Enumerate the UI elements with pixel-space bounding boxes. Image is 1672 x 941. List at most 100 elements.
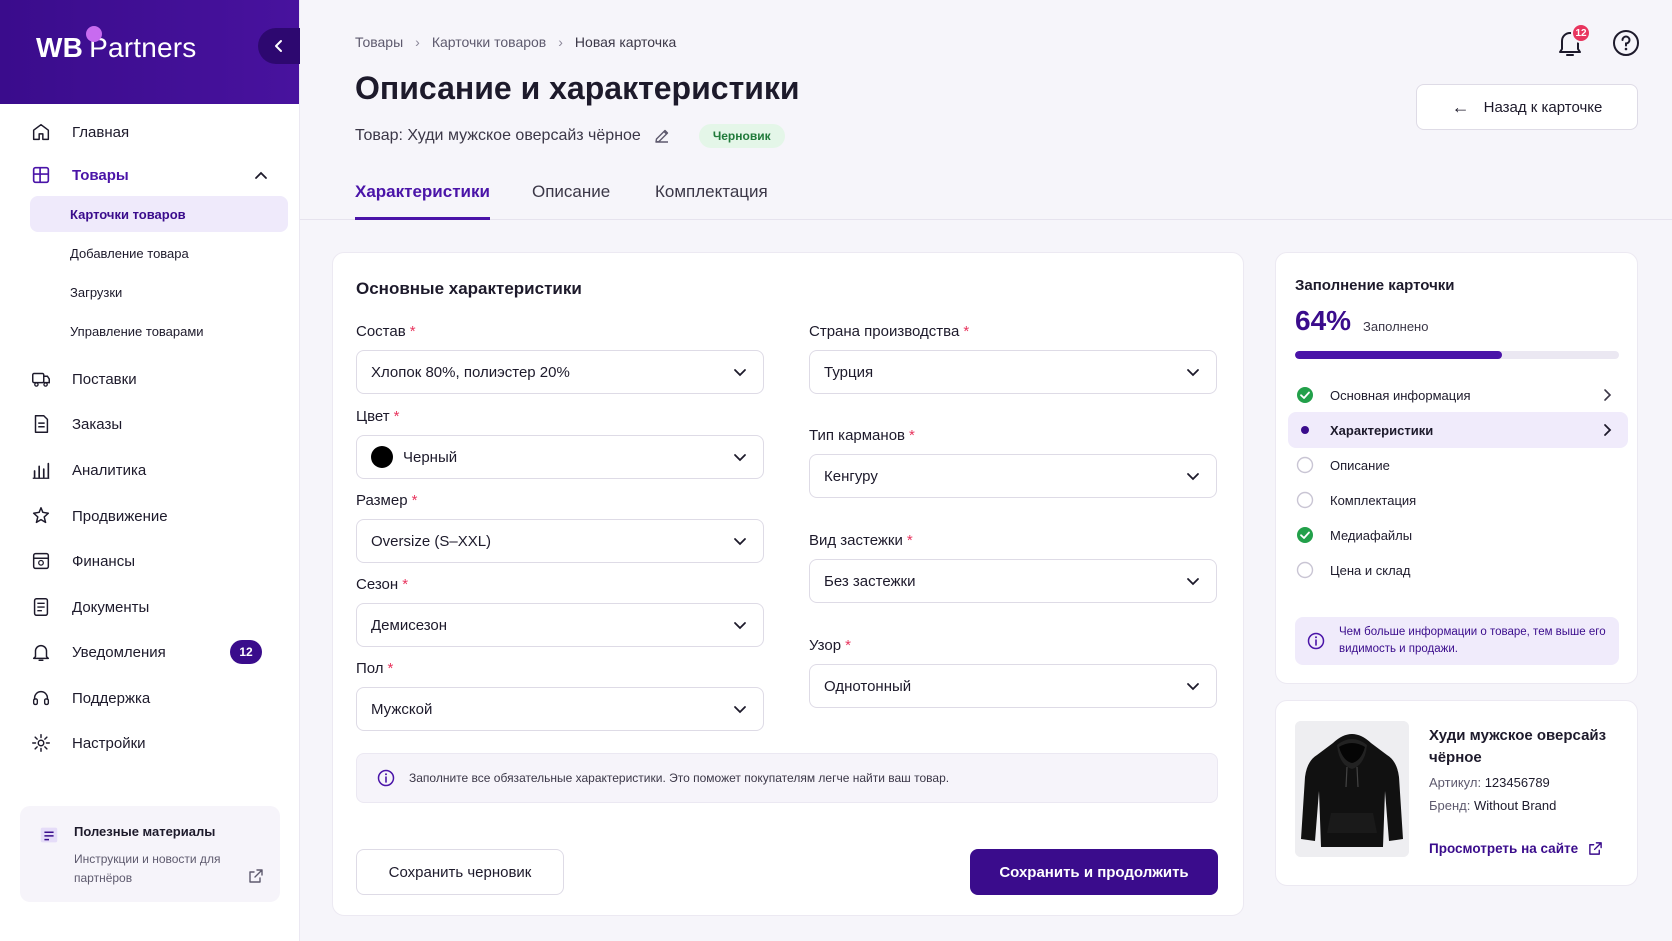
field-label-color: Цвет * xyxy=(356,408,400,425)
fastener-select[interactable]: Без застежки xyxy=(809,559,1217,603)
help-icon[interactable] xyxy=(1612,29,1640,57)
sidebar-item-products[interactable]: Товары xyxy=(30,157,290,193)
logo-partners: Partners xyxy=(89,32,197,63)
breadcrumb-item-cards[interactable]: Карточки товаров xyxy=(432,34,546,50)
page-title: Описание и характеристики xyxy=(355,70,800,106)
sidebar-item-documents[interactable]: Документы xyxy=(30,589,290,625)
brand-header: WB Partners xyxy=(0,0,300,104)
sidebar-item-label: Документы xyxy=(72,598,150,616)
completion-progress-bar xyxy=(1295,351,1619,359)
step-characteristics[interactable]: Характеристики xyxy=(1288,412,1628,448)
pockets-select[interactable]: Кенгуру xyxy=(809,454,1217,498)
sidebar-item-notifications[interactable]: Уведомления 12 xyxy=(30,634,290,670)
external-link-icon[interactable] xyxy=(248,868,264,884)
card-completion-panel: Заполнение карточки 64% Заполнено Основн… xyxy=(1275,252,1638,684)
chevron-left-icon xyxy=(275,40,282,52)
step-label: Характеристики xyxy=(1330,422,1434,438)
step-label: Медиафайлы xyxy=(1330,527,1413,543)
required-info-bar: Заполните все обязательные характеристик… xyxy=(356,753,1218,803)
external-link-icon xyxy=(1589,842,1602,855)
sidebar-subitem-cards[interactable]: Карточки товаров xyxy=(30,196,288,232)
sidebar-item-analytics[interactable]: Аналитика xyxy=(30,452,290,488)
product-article: Артикул: 123456789 xyxy=(1429,775,1550,790)
season-select[interactable]: Демисезон xyxy=(356,603,764,647)
step-label: Цена и склад xyxy=(1330,562,1411,578)
sidebar-item-support[interactable]: Поддержка xyxy=(30,680,290,716)
field-label-composition: Состав * xyxy=(356,323,416,340)
sidebar: WB Partners Главная Товары Карточки товар… xyxy=(0,0,300,941)
breadcrumb-item-products[interactable]: Товары xyxy=(355,34,403,50)
section-title: Основные характеристики xyxy=(356,279,582,298)
tabs: Характеристики Описание Комплектация xyxy=(300,166,1672,220)
sidebar-item-label: Уведомления xyxy=(72,643,166,661)
sidebar-item-home[interactable]: Главная xyxy=(30,114,290,150)
collapse-sidebar-button[interactable] xyxy=(258,28,300,64)
empty-circle-icon xyxy=(1296,491,1314,509)
tab-bundle[interactable]: Комплектация xyxy=(655,182,768,220)
product-thumbnail[interactable] xyxy=(1295,721,1409,857)
completion-tip: Чем больше информации о товаре, тем выше… xyxy=(1295,617,1619,665)
view-on-site-link[interactable]: Просмотреть на сайте xyxy=(1429,841,1603,856)
pattern-select[interactable]: Однотонный xyxy=(809,664,1217,708)
sidebar-item-finance[interactable]: Финансы xyxy=(30,543,290,579)
composition-select[interactable]: Хлопок 80%, полиэстер 20% xyxy=(356,350,764,394)
product-preview-card: Худи мужское оверсайз чёрное Артикул: 12… xyxy=(1275,700,1638,886)
finance-icon xyxy=(32,552,50,570)
sidebar-subitem-label: Загрузки xyxy=(70,284,123,300)
gender-select[interactable]: Мужской xyxy=(356,687,764,731)
tip-text: Чем больше информации о товаре, тем выше… xyxy=(1339,626,1606,655)
size-value: Oversize (S–XXL) xyxy=(371,532,492,550)
sidebar-item-label: Настройки xyxy=(72,734,146,752)
pockets-value: Кенгуру xyxy=(824,467,878,485)
step-bundle[interactable]: Комплектация xyxy=(1288,482,1628,518)
sidebar-item-supplies[interactable]: Поставки xyxy=(30,361,290,397)
sidebar-item-label: Товары xyxy=(72,166,129,184)
step-label: Комплектация xyxy=(1330,492,1417,508)
home-icon xyxy=(32,123,50,141)
sidebar-subitem-uploads[interactable]: Загрузки xyxy=(30,274,288,310)
field-label-season: Сезон * xyxy=(356,576,409,593)
step-description[interactable]: Описание xyxy=(1288,447,1628,483)
chevron-up-icon[interactable] xyxy=(254,169,268,183)
step-basic-info[interactable]: Основная информация xyxy=(1288,377,1628,413)
country-select[interactable]: Турция xyxy=(809,350,1217,394)
view-on-site-label: Просмотреть на сайте xyxy=(1429,841,1579,856)
sidebar-item-label: Главная xyxy=(72,123,130,141)
color-select[interactable]: Черный xyxy=(356,435,764,479)
field-label-pattern: Узор * xyxy=(809,637,851,654)
gender-value: Мужской xyxy=(371,700,433,718)
status-badge: Черновик xyxy=(698,124,785,148)
materials-desc: Инструкции и новости для партнёров xyxy=(74,852,221,885)
sidebar-subitem-manage[interactable]: Управление товарами xyxy=(30,313,288,349)
bell-icon xyxy=(32,644,50,661)
sidebar-item-promotion[interactable]: Продвижение xyxy=(30,498,290,534)
completion-filled-label: Заполнено xyxy=(1363,319,1429,334)
check-circle-icon xyxy=(1297,527,1313,543)
pattern-value: Однотонный xyxy=(824,677,912,695)
chevron-down-icon xyxy=(734,706,746,714)
breadcrumb-chevron-icon: › xyxy=(558,34,563,50)
sidebar-subitem-add[interactable]: Добавление товара xyxy=(30,235,288,271)
completion-percent: 64% xyxy=(1295,305,1352,336)
useful-materials-card[interactable]: Полезные материалы Инструкции и новости … xyxy=(20,806,280,902)
country-value: Турция xyxy=(824,363,874,381)
size-select[interactable]: Oversize (S–XXL) xyxy=(356,519,764,563)
pencil-icon[interactable] xyxy=(653,127,671,145)
check-circle-icon xyxy=(1297,387,1313,403)
season-value: Демисезон xyxy=(371,616,448,634)
sidebar-item-label: Аналитика xyxy=(72,461,147,479)
step-media[interactable]: Медиафайлы xyxy=(1288,517,1628,553)
chevron-down-icon xyxy=(1187,578,1199,586)
save-continue-button[interactable]: Сохранить и продолжить xyxy=(970,849,1218,895)
step-price-stock[interactable]: Цена и склад xyxy=(1288,552,1628,588)
save-draft-button[interactable]: Сохранить черновик xyxy=(356,849,564,895)
sidebar-item-settings[interactable]: Настройки xyxy=(30,725,290,761)
chevron-down-icon xyxy=(1187,473,1199,481)
chevron-right-icon xyxy=(1604,424,1612,436)
sidebar-item-orders[interactable]: Заказы xyxy=(30,406,290,442)
tab-description[interactable]: Описание xyxy=(532,182,610,220)
tab-characteristics[interactable]: Характеристики xyxy=(355,182,490,220)
arrow-left-icon: ← xyxy=(1451,96,1470,117)
logo[interactable]: WB Partners xyxy=(36,32,196,64)
back-to-card-button[interactable]: ← Назад к карточке xyxy=(1416,84,1638,130)
